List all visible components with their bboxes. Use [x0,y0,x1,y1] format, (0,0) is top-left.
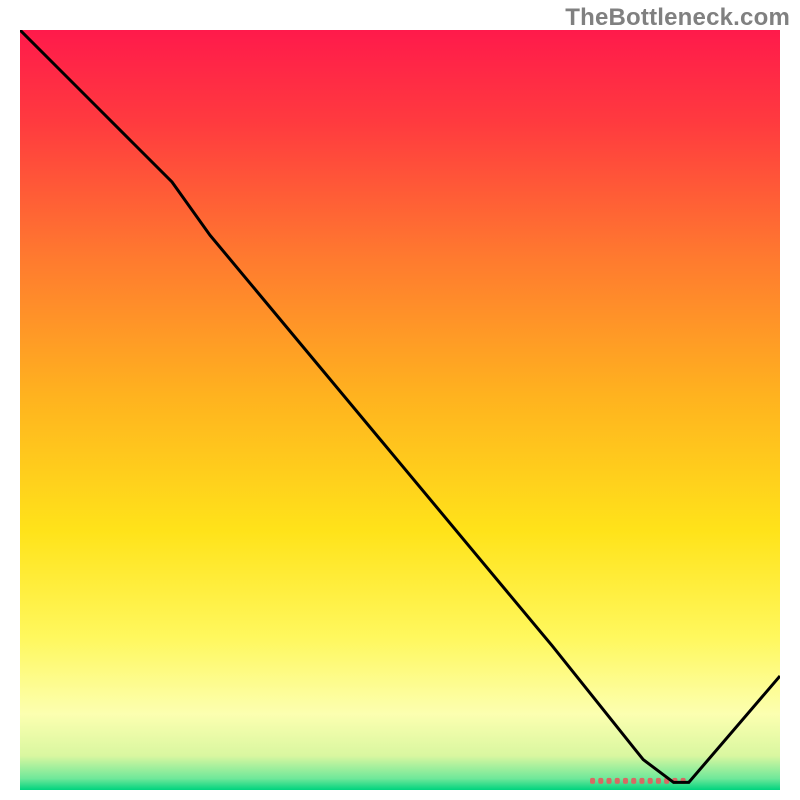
bottleneck-chart [20,30,780,790]
chart-stage: TheBottleneck.com [0,0,800,800]
chart-svg [20,30,780,790]
watermark-text: TheBottleneck.com [565,4,790,32]
